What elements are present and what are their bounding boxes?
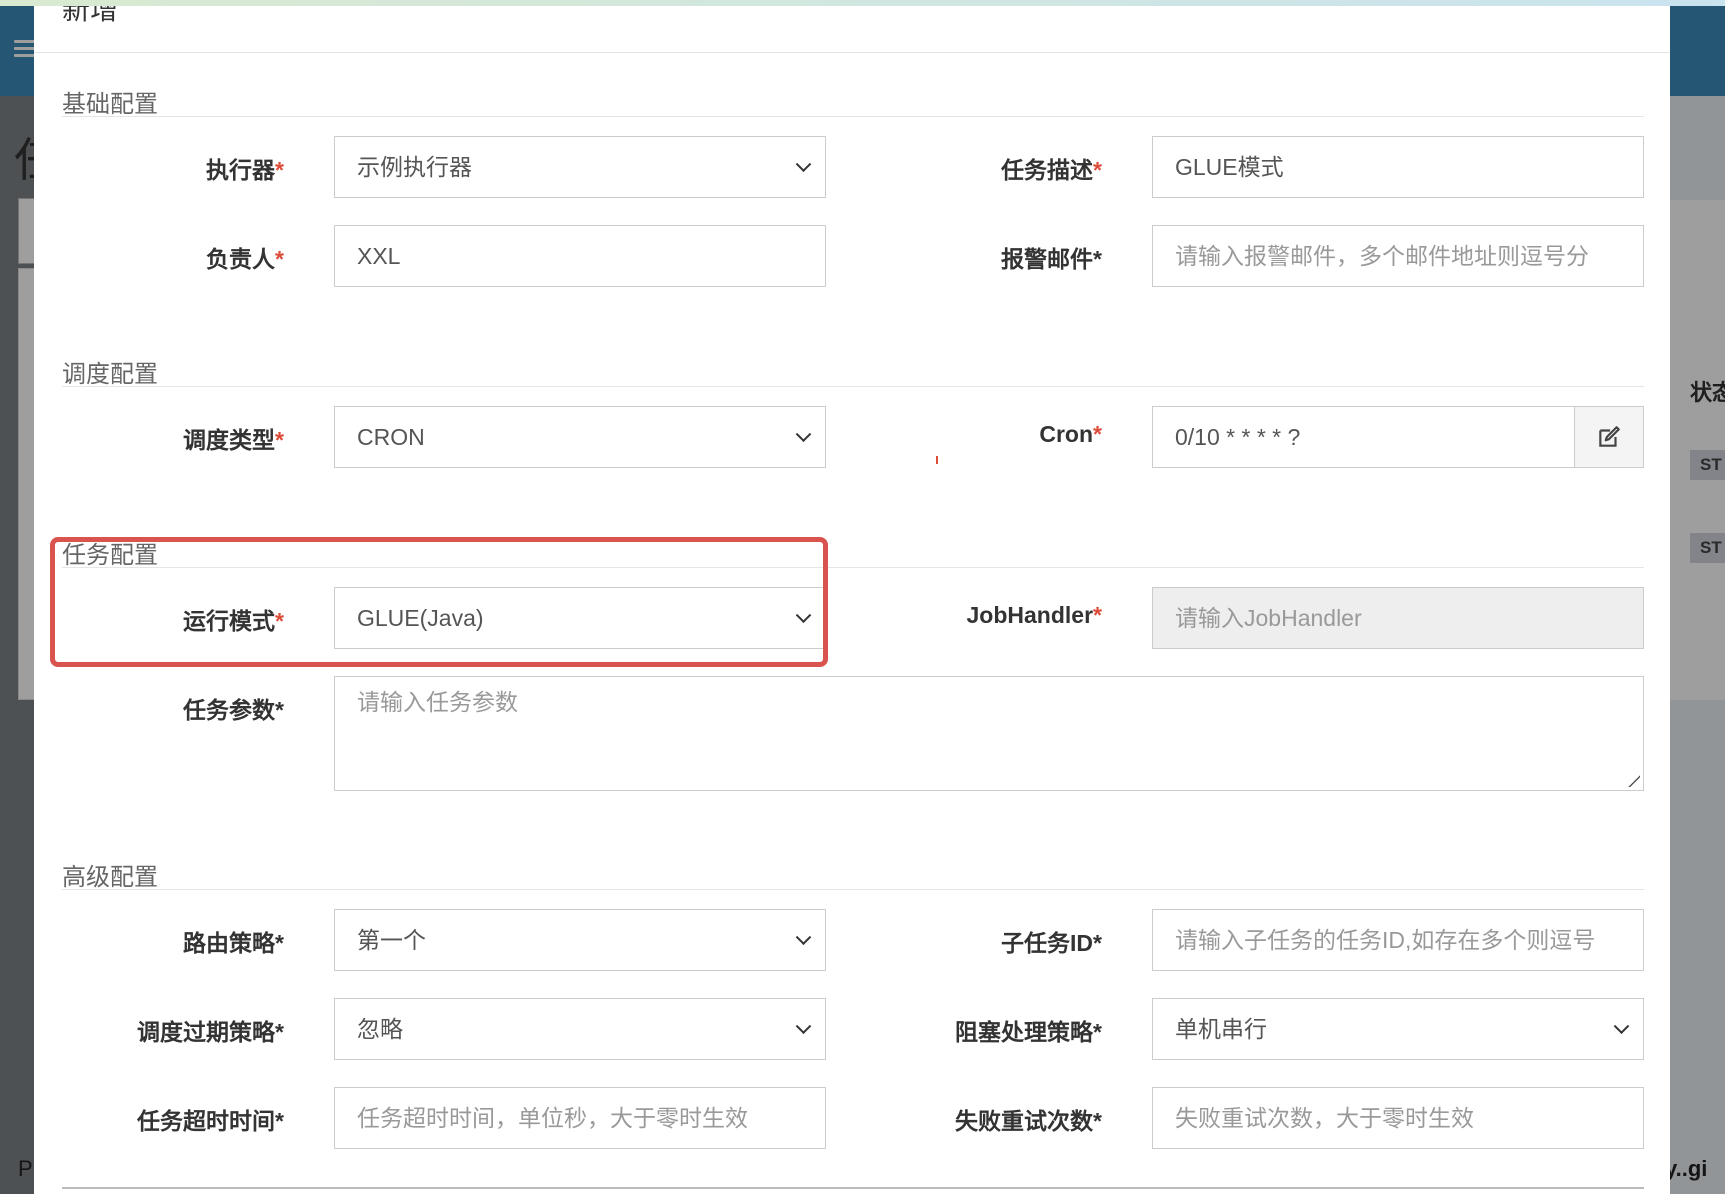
stray-mark bbox=[936, 456, 938, 464]
section-divider bbox=[62, 889, 1644, 890]
modal-footer-divider bbox=[62, 1187, 1644, 1189]
cron-edit-button[interactable] bbox=[1574, 406, 1644, 468]
misfire-strategy-select[interactable]: 忽略 bbox=[334, 998, 826, 1060]
author-input[interactable]: XXL bbox=[334, 225, 826, 287]
chevron-down-icon bbox=[795, 1018, 812, 1035]
schedule-type-label: 调度类型* bbox=[183, 427, 284, 453]
route-strategy-label: 路由策略* bbox=[183, 930, 284, 956]
block-strategy-select[interactable]: 单机串行 bbox=[1152, 998, 1644, 1060]
job-param-label: 任务参数* bbox=[183, 697, 284, 723]
job-desc-input[interactable]: GLUE模式 bbox=[1152, 136, 1644, 198]
job-param-textarea[interactable]: 请输入任务参数 bbox=[334, 676, 1644, 791]
fail-retry-label: 失败重试次数* bbox=[955, 1108, 1102, 1134]
highlight-annotation-box bbox=[50, 537, 828, 667]
chevron-down-icon bbox=[1613, 1018, 1630, 1035]
job-handler-input: 请输入JobHandler bbox=[1152, 587, 1644, 649]
chevron-down-icon bbox=[795, 929, 812, 946]
cron-input[interactable]: 0/10 * * * * ? bbox=[1152, 406, 1575, 468]
modal-header-divider bbox=[34, 52, 1670, 53]
edit-icon bbox=[1599, 426, 1620, 447]
timeout-label: 任务超时时间* bbox=[137, 1108, 284, 1134]
executor-select[interactable]: 示例执行器 bbox=[334, 136, 826, 198]
block-strategy-label: 阻塞处理策略* bbox=[955, 1019, 1102, 1045]
section-divider bbox=[62, 116, 1644, 117]
section-title-schedule: 调度配置 bbox=[62, 361, 158, 388]
chevron-down-icon bbox=[795, 426, 812, 443]
timeout-input[interactable]: 任务超时时间，单位秒，大于零时生效 bbox=[334, 1087, 826, 1149]
alarm-email-input[interactable]: 请输入报警邮件，多个邮件地址则逗号分 bbox=[1152, 225, 1644, 287]
section-divider bbox=[62, 386, 1644, 387]
child-job-id-label: 子任务ID* bbox=[1001, 930, 1102, 956]
section-title-basic: 基础配置 bbox=[62, 91, 158, 118]
author-label: 负责人* bbox=[206, 246, 284, 272]
job-desc-label: 任务描述* bbox=[1001, 157, 1102, 183]
modal-title: 新增 bbox=[62, 6, 119, 25]
section-title-advanced: 高级配置 bbox=[62, 864, 158, 891]
route-strategy-select[interactable]: 第一个 bbox=[334, 909, 826, 971]
resize-handle-icon[interactable] bbox=[1620, 767, 1640, 787]
cron-label: Cron* bbox=[1039, 421, 1102, 447]
schedule-type-select[interactable]: CRON bbox=[334, 406, 826, 468]
chevron-down-icon bbox=[795, 156, 812, 173]
job-handler-label: JobHandler* bbox=[966, 602, 1102, 628]
executor-label: 执行器* bbox=[206, 157, 284, 183]
fail-retry-input[interactable]: 失败重试次数，大于零时生效 bbox=[1152, 1087, 1644, 1149]
child-job-id-input[interactable]: 请输入子任务的任务ID,如存在多个则逗号 bbox=[1152, 909, 1644, 971]
misfire-strategy-label: 调度过期策略* bbox=[137, 1019, 284, 1045]
alarm-email-label: 报警邮件* bbox=[1001, 246, 1102, 272]
